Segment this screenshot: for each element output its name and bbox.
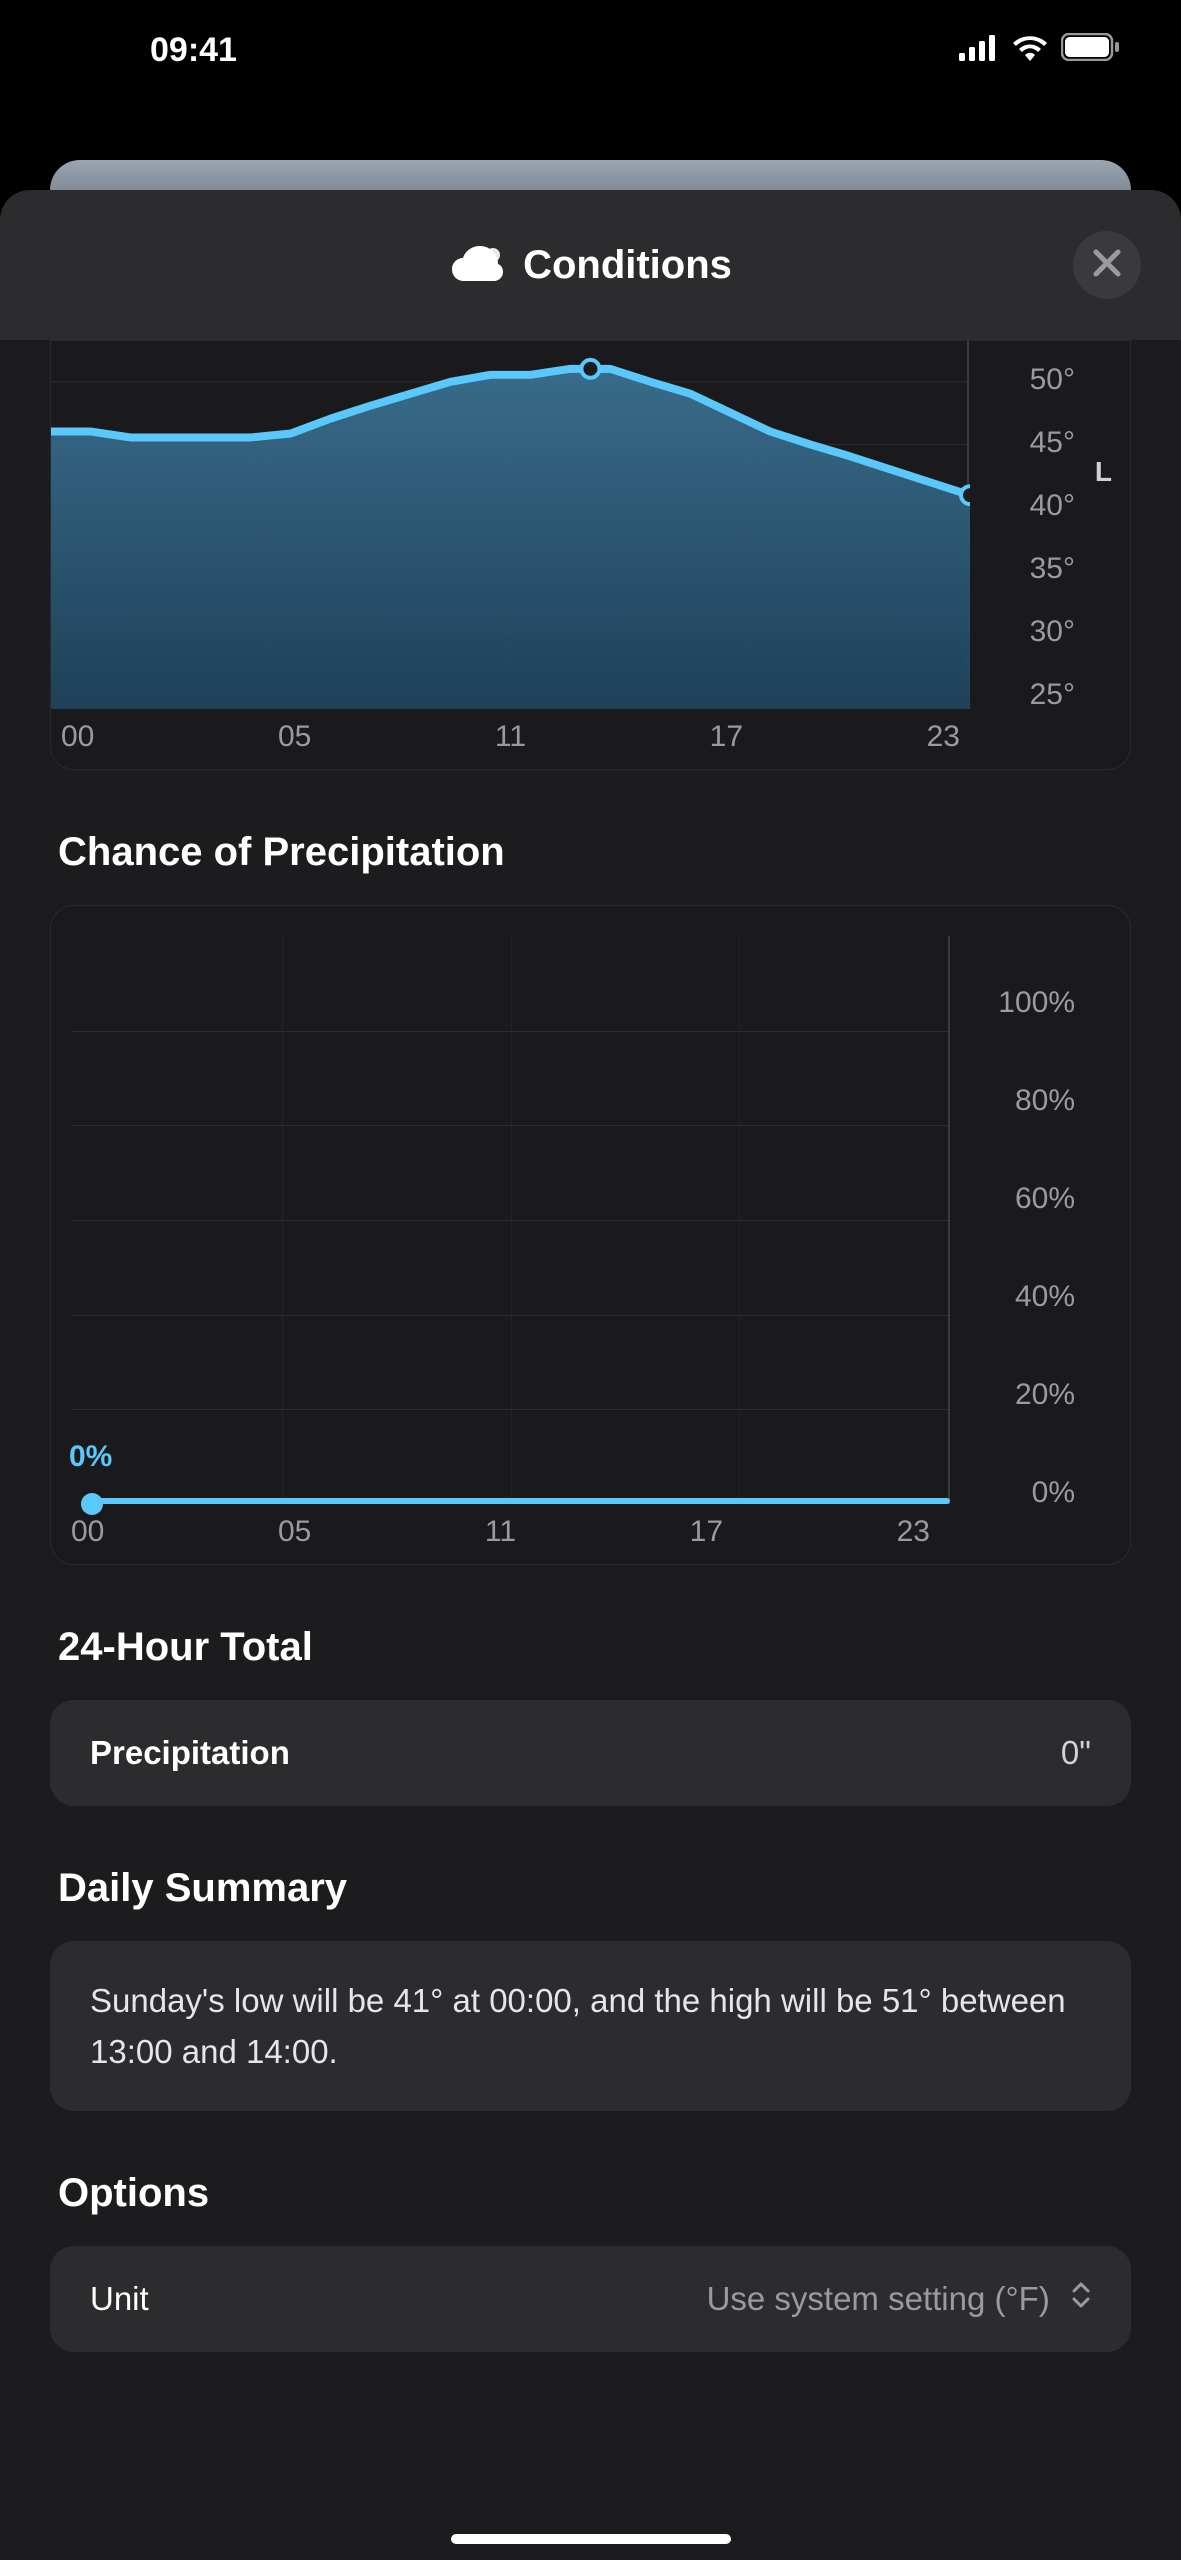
x-tick: 11	[485, 1515, 516, 1549]
precipitation-total-card: Precipitation 0"	[50, 1700, 1131, 1806]
y-tick: 80%	[1015, 1084, 1075, 1118]
unit-value-wrap: Use system setting (°F)	[707, 2280, 1091, 2318]
x-tick: 00	[61, 720, 94, 754]
y-tick: 60%	[1015, 1182, 1075, 1216]
cellular-icon	[959, 31, 999, 70]
cloud-icon	[449, 245, 505, 285]
y-tick: 50°	[1030, 363, 1075, 397]
summary-section-title: Daily Summary	[50, 1866, 1131, 1911]
unit-label: Unit	[90, 2280, 149, 2318]
precip-current-label: 0%	[69, 1440, 112, 1474]
status-bar: 09:41	[0, 0, 1181, 100]
close-button[interactable]	[1073, 231, 1141, 299]
sheet-header: Conditions	[0, 190, 1181, 340]
unit-value: Use system setting (°F)	[707, 2280, 1050, 2317]
x-tick: 23	[897, 1515, 930, 1549]
y-tick: 20%	[1015, 1378, 1075, 1412]
chevron-updown-icon	[1071, 2280, 1091, 2310]
y-tick: 40°	[1030, 489, 1075, 523]
status-icons	[959, 31, 1121, 70]
x-tick: 05	[278, 1515, 311, 1549]
x-tick: 00	[71, 1515, 104, 1549]
options-section-title: Options	[50, 2171, 1131, 2216]
x-tick: 11	[495, 720, 526, 754]
x-tick: 17	[710, 720, 743, 754]
temperature-chart[interactable]: L 50° 45° 40° 35° 30° 25° 00 05 11 17 23	[50, 340, 1131, 770]
precip-current-marker	[81, 1493, 103, 1515]
y-tick: 40%	[1015, 1280, 1075, 1314]
conditions-sheet: Conditions	[0, 190, 1181, 2560]
total-section-title: 24-Hour Total	[50, 1625, 1131, 1670]
precip-x-axis: 00 05 11 17 23	[51, 1515, 950, 1549]
precipitation-chart-plot	[51, 936, 950, 1504]
y-tick: 100%	[998, 986, 1075, 1020]
home-indicator[interactable]	[451, 2534, 731, 2544]
temperature-chart-plot	[51, 341, 970, 709]
precip-line	[91, 1498, 950, 1504]
y-tick: 35°	[1030, 552, 1075, 586]
y-tick: 0%	[1032, 1476, 1075, 1510]
y-tick: 45°	[1030, 426, 1075, 460]
x-tick: 23	[927, 720, 960, 754]
y-tick: 30°	[1030, 615, 1075, 649]
total-label: Precipitation	[90, 1734, 290, 1772]
temperature-x-axis: 00 05 11 17 23	[51, 720, 970, 754]
close-icon	[1093, 244, 1121, 286]
total-value: 0"	[1061, 1734, 1091, 1772]
summary-text: Sunday's low will be 41° at 00:00, and t…	[90, 1975, 1091, 2077]
low-marker-label: L	[1095, 456, 1112, 488]
y-tick: 25°	[1030, 678, 1075, 712]
x-tick: 05	[278, 720, 311, 754]
wifi-icon	[1011, 31, 1049, 70]
precipitation-chart[interactable]: 0% 100% 80% 60% 40% 20% 0% 00 05 11 17 2…	[50, 905, 1131, 1565]
x-tick: 17	[690, 1515, 723, 1549]
precip-section-title: Chance of Precipitation	[50, 830, 1131, 875]
battery-icon	[1061, 31, 1121, 70]
status-time: 09:41	[150, 31, 237, 70]
sheet-title: Conditions	[523, 243, 732, 288]
unit-option-row[interactable]: Unit Use system setting (°F)	[50, 2246, 1131, 2352]
daily-summary-card: Sunday's low will be 41° at 00:00, and t…	[50, 1941, 1131, 2111]
